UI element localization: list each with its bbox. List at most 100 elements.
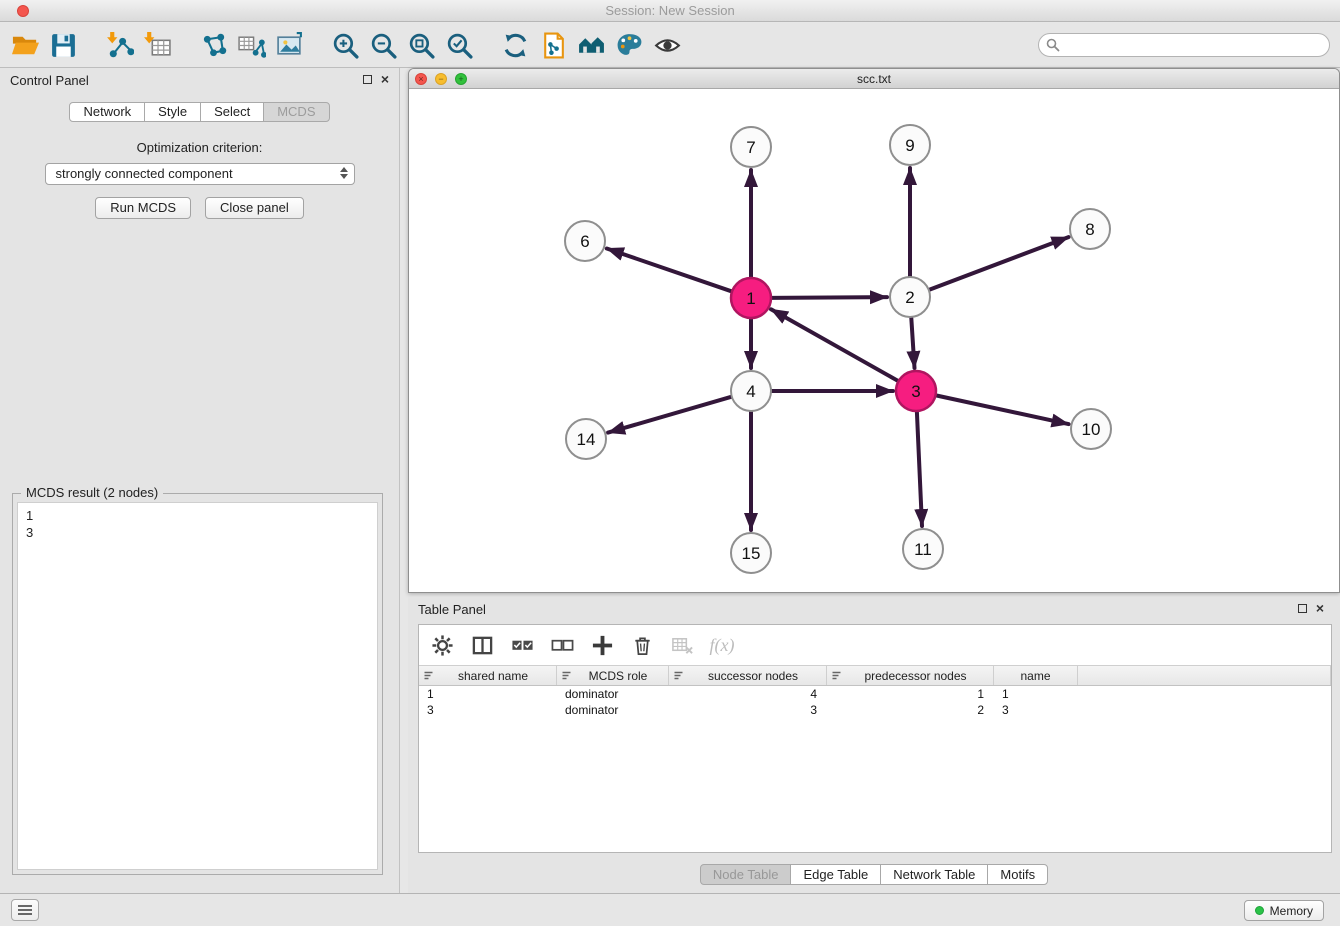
new-network-button[interactable] [194,26,232,64]
deselect-all-button[interactable] [549,632,575,658]
graph-edge-4-14[interactable] [608,397,731,433]
cell-name: 1 [994,686,1078,702]
zoom-in-button[interactable] [326,26,364,64]
graph-node-label: 11 [914,540,932,559]
style-button[interactable] [610,26,648,64]
memory-label: Memory [1270,904,1313,918]
apply-layout-button[interactable] [496,26,534,64]
network-canvas[interactable]: 7 9 6 8 1 2 4 3 14 10 15 11 [409,89,1339,592]
search-input[interactable] [1038,33,1330,57]
graph-node-10[interactable]: 10 [1071,409,1111,449]
graph-edge-1-6[interactable] [607,249,731,292]
table-panel-float-icon[interactable] [1298,604,1307,613]
mcds-result-groupbox: MCDS result (2 nodes) 1 3 [12,493,383,875]
graph-node-6[interactable]: 6 [565,221,605,261]
graph-node-4[interactable]: 4 [731,371,771,411]
control-panel-close-icon[interactable]: × [381,74,389,84]
tab-edge-table[interactable]: Edge Table [790,864,881,885]
network-from-table-button[interactable] [232,26,270,64]
show-columns-button[interactable] [469,632,495,658]
tab-node-table[interactable]: Node Table [700,864,792,885]
network-minimize-button[interactable]: − [435,73,447,85]
delete-table-button[interactable] [669,632,695,658]
column-header-shared-name[interactable]: shared name [419,666,557,685]
open-session-button[interactable] [6,26,44,64]
list-icon [17,904,33,916]
graph-edge-2-8[interactable] [930,237,1069,290]
cell-mcds-role: dominator [557,702,669,718]
memory-button[interactable]: Memory [1244,900,1324,921]
graph-edge-3-1[interactable] [771,309,898,380]
tab-mcds[interactable]: MCDS [263,102,329,122]
table-row[interactable]: 3 dominator 3 2 3 [419,702,1331,718]
save-icon [49,31,78,60]
control-panel-float-icon[interactable] [363,75,372,84]
control-panel: Control Panel × Network Style Select MCD… [0,68,400,893]
main-toolbar [0,23,1340,68]
function-icon: f(x) [710,635,735,656]
graph-edge-2-3[interactable] [911,318,914,368]
table-panel-close-icon[interactable]: × [1316,603,1324,613]
save-session-button[interactable] [44,26,82,64]
sort-icon [673,670,684,681]
first-neighbors-button[interactable] [572,26,610,64]
network-icon [199,31,228,60]
import-network-button[interactable] [100,26,138,64]
network-close-button[interactable]: × [415,73,427,85]
table-options-button[interactable] [429,632,455,658]
cell-name: 3 [994,702,1078,718]
network-document-button[interactable] [534,26,572,64]
graph-node-7[interactable]: 7 [731,127,771,167]
select-all-button[interactable] [509,632,535,658]
style-palette-icon [615,31,644,60]
zoom-out-button[interactable] [364,26,402,64]
graph-node-1[interactable]: 1 [731,278,771,318]
cell-predecessor-nodes: 2 [827,702,994,718]
import-table-icon [143,31,172,60]
zoom-fit-button[interactable] [402,26,440,64]
cell-successor-nodes: 4 [669,686,827,702]
column-header-predecessor-nodes[interactable]: predecessor nodes [827,666,994,685]
tab-network[interactable]: Network [69,102,145,122]
graph-node-8[interactable]: 8 [1070,209,1110,249]
cell-shared-name: 3 [419,702,557,718]
delete-column-button[interactable] [629,632,655,658]
tab-network-table[interactable]: Network Table [880,864,988,885]
run-mcds-button[interactable]: Run MCDS [95,197,191,219]
graph-node-label: 2 [905,288,914,307]
graph-node-9[interactable]: 9 [890,125,930,165]
select-all-icon [511,634,534,657]
window-close-button[interactable] [17,5,29,17]
network-window-titlebar[interactable]: × − + scc.txt [409,69,1339,89]
task-history-button[interactable] [11,899,39,921]
graph-edge-1-2[interactable] [772,297,887,298]
tab-motifs[interactable]: Motifs [987,864,1048,885]
show-hide-button[interactable] [648,26,686,64]
network-canvas-svg[interactable]: 7 9 6 8 1 2 4 3 14 10 15 11 [409,89,1339,592]
column-header-successor-nodes[interactable]: successor nodes [669,666,827,685]
graph-edge-3-10[interactable] [937,396,1069,425]
optimization-criterion-select[interactable]: strongly connected component [45,163,355,185]
mcds-result-list[interactable]: 1 3 [17,502,378,870]
export-image-button[interactable] [270,26,308,64]
column-header-name[interactable]: name [994,666,1078,685]
column-header-mcds-role[interactable]: MCDS role [557,666,669,685]
graph-node-15[interactable]: 15 [731,533,771,573]
function-builder-button[interactable]: f(x) [709,632,735,658]
graph-node-11[interactable]: 11 [903,529,943,569]
search-box [1038,33,1330,57]
window-title: Session: New Session [605,3,734,18]
create-column-button[interactable] [589,632,615,658]
graph-edge-3-11[interactable] [917,412,922,526]
network-maximize-button[interactable]: + [455,73,467,85]
graph-node-14[interactable]: 14 [566,419,606,459]
close-panel-button[interactable]: Close panel [205,197,304,219]
control-panel-tabs: Network Style Select MCDS [0,102,399,122]
tab-select[interactable]: Select [200,102,264,122]
tab-style[interactable]: Style [144,102,201,122]
import-table-button[interactable] [138,26,176,64]
table-row[interactable]: 1 dominator 4 1 1 [419,686,1331,702]
zoom-selected-button[interactable] [440,26,478,64]
graph-node-3[interactable]: 3 [896,371,936,411]
graph-node-2[interactable]: 2 [890,277,930,317]
